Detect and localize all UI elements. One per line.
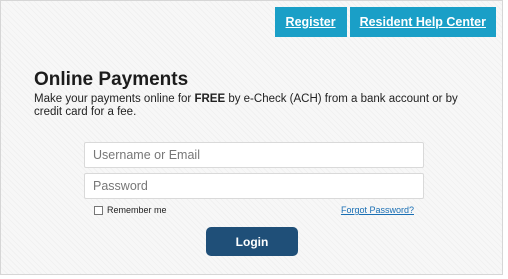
payments-description: Make your payments online for FREE by e-… [34,93,484,119]
page-title: Online Payments [34,69,189,90]
username-input[interactable] [84,142,424,168]
description-emphasis: FREE [194,93,226,105]
resident-help-center-button[interactable]: Resident Help Center [349,7,496,37]
description-prefix: Make your payments online for [34,93,195,105]
top-nav: Register Resident Help Center [274,7,496,37]
online-payments-panel: Register Resident Help Center Online Pay… [0,0,503,275]
remember-me-label: Remember me [107,205,167,215]
forgot-password-link[interactable]: Forgot Password? [341,205,414,215]
register-button[interactable]: Register [274,7,347,37]
remember-me-control[interactable]: Remember me [94,205,167,215]
remember-me-checkbox[interactable] [94,205,103,215]
login-button[interactable]: Login [206,227,298,256]
password-input[interactable] [84,173,424,199]
